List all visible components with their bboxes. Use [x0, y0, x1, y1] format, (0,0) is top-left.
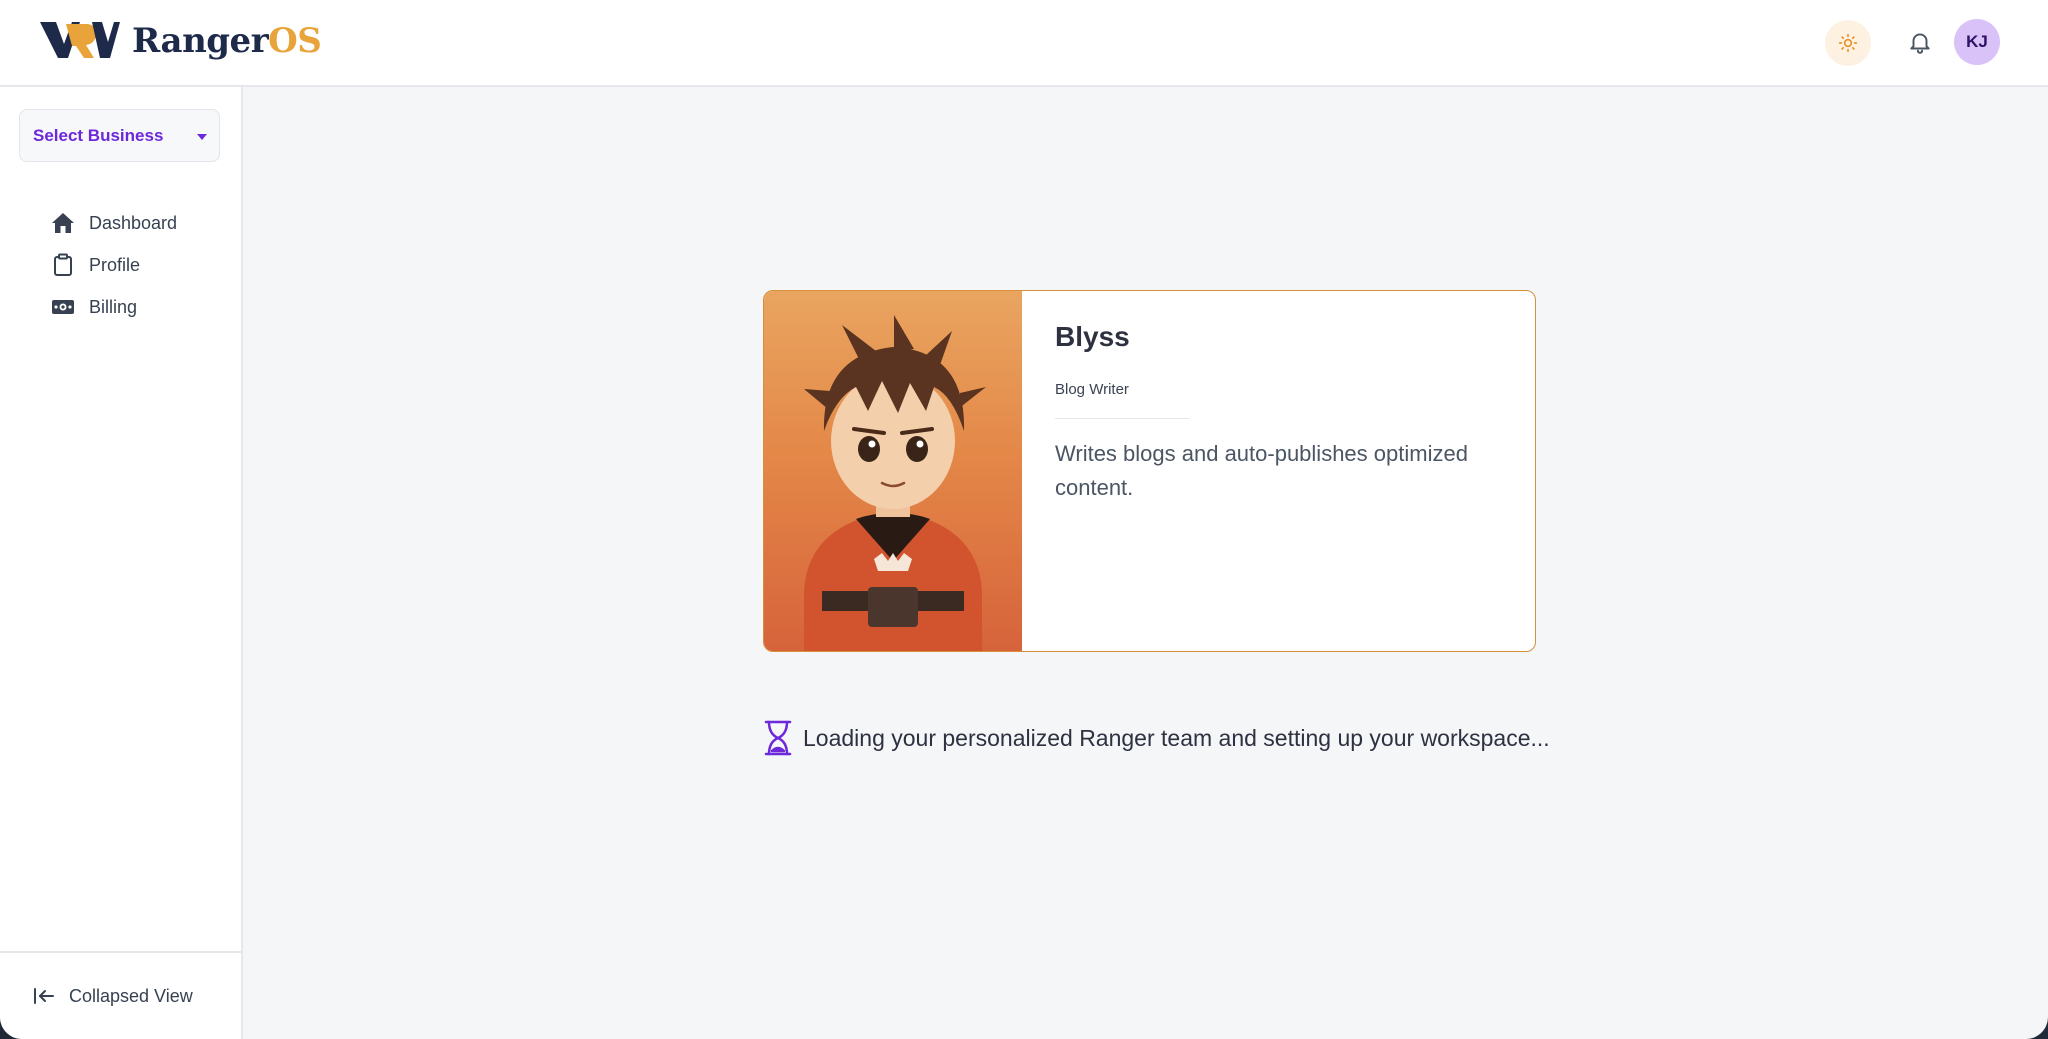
- brand-logo[interactable]: RangerOS: [38, 18, 322, 64]
- app-window: RangerOS KJ Select Business Dashboard Pr…: [0, 0, 2048, 1039]
- loading-status: Loading your personalized Ranger team an…: [763, 720, 1550, 756]
- top-header: RangerOS KJ: [0, 0, 2048, 87]
- hourglass-icon: [764, 720, 792, 756]
- agent-description: Writes blogs and auto-publishes optimize…: [1055, 441, 1468, 500]
- bell-icon: [1910, 33, 1930, 54]
- agent-character-illustration: [804, 315, 986, 651]
- sidebar-item-profile[interactable]: Profile: [50, 244, 177, 286]
- notifications-button[interactable]: [1900, 22, 1940, 62]
- collapse-label: Collapsed View: [69, 985, 193, 1006]
- agent-card-body: Blyss Blog Writer Writes blogs and auto-…: [1055, 291, 1505, 505]
- agent-card: Blyss Blog Writer Writes blogs and auto-…: [763, 290, 1536, 652]
- sidebar-item-label: Billing: [89, 296, 138, 317]
- business-select[interactable]: Select Business: [19, 109, 220, 162]
- user-avatar[interactable]: KJ: [1954, 19, 2000, 65]
- collapse-left-icon: [34, 988, 54, 1004]
- business-select-label: Select Business: [33, 125, 164, 145]
- sidebar-nav: Dashboard Profile Billing: [50, 202, 177, 328]
- sidebar: Select Business Dashboard Profile Billin…: [0, 87, 243, 1039]
- theme-toggle-button[interactable]: [1825, 20, 1871, 66]
- collapse-sidebar-button[interactable]: Collapsed View: [0, 951, 241, 1039]
- money-icon: [50, 294, 76, 320]
- caret-down-icon: [197, 134, 207, 140]
- brand-name: RangerOS: [132, 21, 322, 61]
- clipboard-icon: [50, 252, 76, 278]
- agent-role: Blog Writer: [1055, 381, 1129, 398]
- sidebar-item-label: Dashboard: [89, 212, 178, 233]
- agent-avatar-image: [764, 291, 1022, 651]
- home-icon: [50, 210, 76, 236]
- divider: [1055, 418, 1189, 419]
- sidebar-item-dashboard[interactable]: Dashboard: [50, 202, 177, 244]
- sun-icon: [1838, 33, 1858, 53]
- sidebar-item-label: Profile: [89, 254, 141, 275]
- agent-name: Blyss: [1055, 321, 1130, 352]
- sidebar-item-billing[interactable]: Billing: [50, 286, 177, 328]
- loading-message: Loading your personalized Ranger team an…: [803, 724, 1550, 751]
- ranger-logo-icon: [40, 22, 120, 58]
